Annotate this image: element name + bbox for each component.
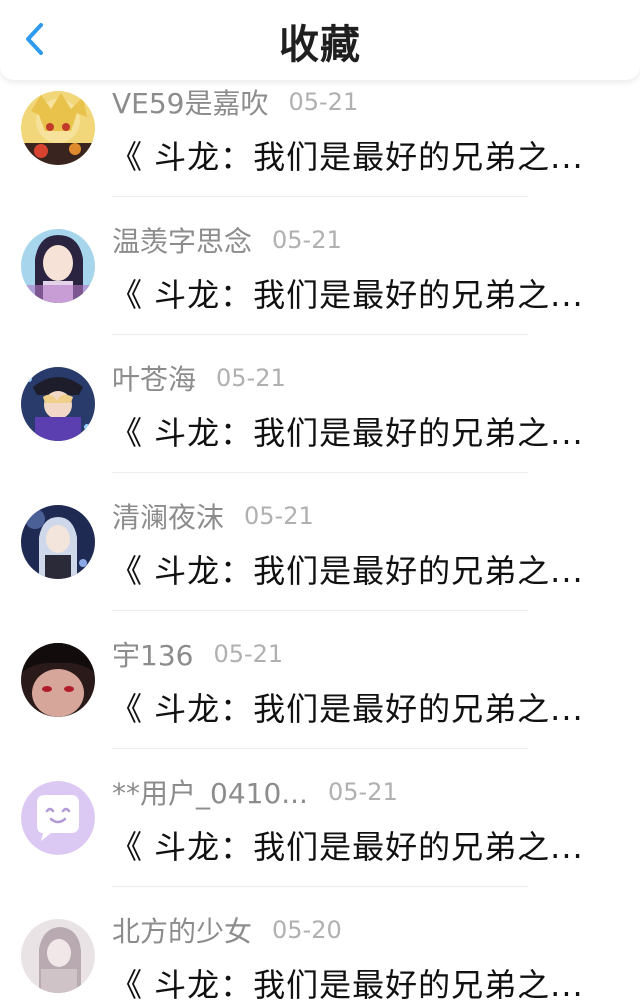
avatar[interactable] (21, 91, 95, 165)
page-title: 收藏 (279, 22, 361, 68)
divider (112, 334, 528, 335)
divider (112, 748, 528, 749)
username[interactable]: 温羡字思念 (112, 220, 252, 260)
avatar[interactable] (21, 505, 95, 579)
list-item[interactable]: **用户_0410... 05-21 《 斗龙：我们是最好的兄弟之... (0, 772, 640, 910)
favorites-list: VE59是嘉吹 05-21 《 斗龙：我们是最好的兄弟之... 温羡字思念 05… (0, 82, 640, 1002)
divider (112, 196, 528, 197)
post-date: 05-21 (327, 778, 398, 806)
username[interactable]: 叶苍海 (112, 358, 196, 398)
post-date: 05-21 (216, 364, 286, 392)
list-item[interactable]: VE59是嘉吹 05-21 《 斗龙：我们是最好的兄弟之... (0, 82, 640, 220)
favorites-page: 收藏 VE59是嘉吹 05-21 《 斗龙：我们是最好的兄弟之... 温羡字思念… (0, 0, 640, 1002)
post-title[interactable]: 《 斗龙：我们是最好的兄弟之... (110, 132, 588, 178)
item-meta: **用户_0410... 05-21 (112, 774, 398, 810)
item-meta: 北方的少女 05-20 (112, 912, 342, 948)
divider (112, 886, 528, 887)
post-title[interactable]: 《 斗龙：我们是最好的兄弟之... (110, 408, 588, 454)
post-date: 05-21 (288, 88, 359, 116)
post-date: 05-20 (272, 916, 342, 944)
divider (112, 472, 528, 473)
avatar[interactable] (21, 643, 95, 717)
list-item[interactable]: 叶苍海 05-21 《 斗龙：我们是最好的兄弟之... (0, 358, 640, 496)
divider (112, 610, 528, 611)
item-meta: VE59是嘉吹 05-21 (112, 84, 358, 120)
avatar[interactable] (21, 919, 95, 993)
top-bar: 收藏 (0, 0, 640, 80)
avatar[interactable] (21, 781, 95, 855)
item-meta: 温羡字思念 05-21 (112, 222, 342, 258)
list-item[interactable]: 温羡字思念 05-21 《 斗龙：我们是最好的兄弟之... (0, 220, 640, 358)
username[interactable]: 宇136 (112, 634, 193, 674)
item-meta: 叶苍海 05-21 (112, 360, 286, 396)
post-title[interactable]: 《 斗龙：我们是最好的兄弟之... (110, 684, 588, 730)
item-meta: 宇136 05-21 (112, 636, 283, 672)
post-title[interactable]: 《 斗龙：我们是最好的兄弟之... (110, 822, 588, 868)
avatar[interactable] (21, 229, 95, 303)
username[interactable]: 北方的少女 (112, 910, 252, 950)
post-date: 05-21 (272, 226, 342, 254)
username[interactable]: 清澜夜沫 (112, 496, 224, 536)
post-date: 05-21 (244, 502, 314, 530)
list-item[interactable]: 宇136 05-21 《 斗龙：我们是最好的兄弟之... (0, 634, 640, 772)
username[interactable]: VE59是嘉吹 (112, 82, 268, 122)
post-date: 05-21 (213, 640, 284, 668)
post-title[interactable]: 《 斗龙：我们是最好的兄弟之... (110, 960, 588, 1002)
post-title[interactable]: 《 斗龙：我们是最好的兄弟之... (110, 270, 588, 316)
avatar[interactable] (21, 367, 95, 441)
list-item[interactable]: 清澜夜沫 05-21 《 斗龙：我们是最好的兄弟之... (0, 496, 640, 634)
list-item[interactable]: 北方的少女 05-20 《 斗龙：我们是最好的兄弟之... (0, 910, 640, 1002)
username[interactable]: **用户_0410... (112, 772, 308, 812)
post-title[interactable]: 《 斗龙：我们是最好的兄弟之... (110, 546, 588, 592)
item-meta: 清澜夜沫 05-21 (112, 498, 314, 534)
